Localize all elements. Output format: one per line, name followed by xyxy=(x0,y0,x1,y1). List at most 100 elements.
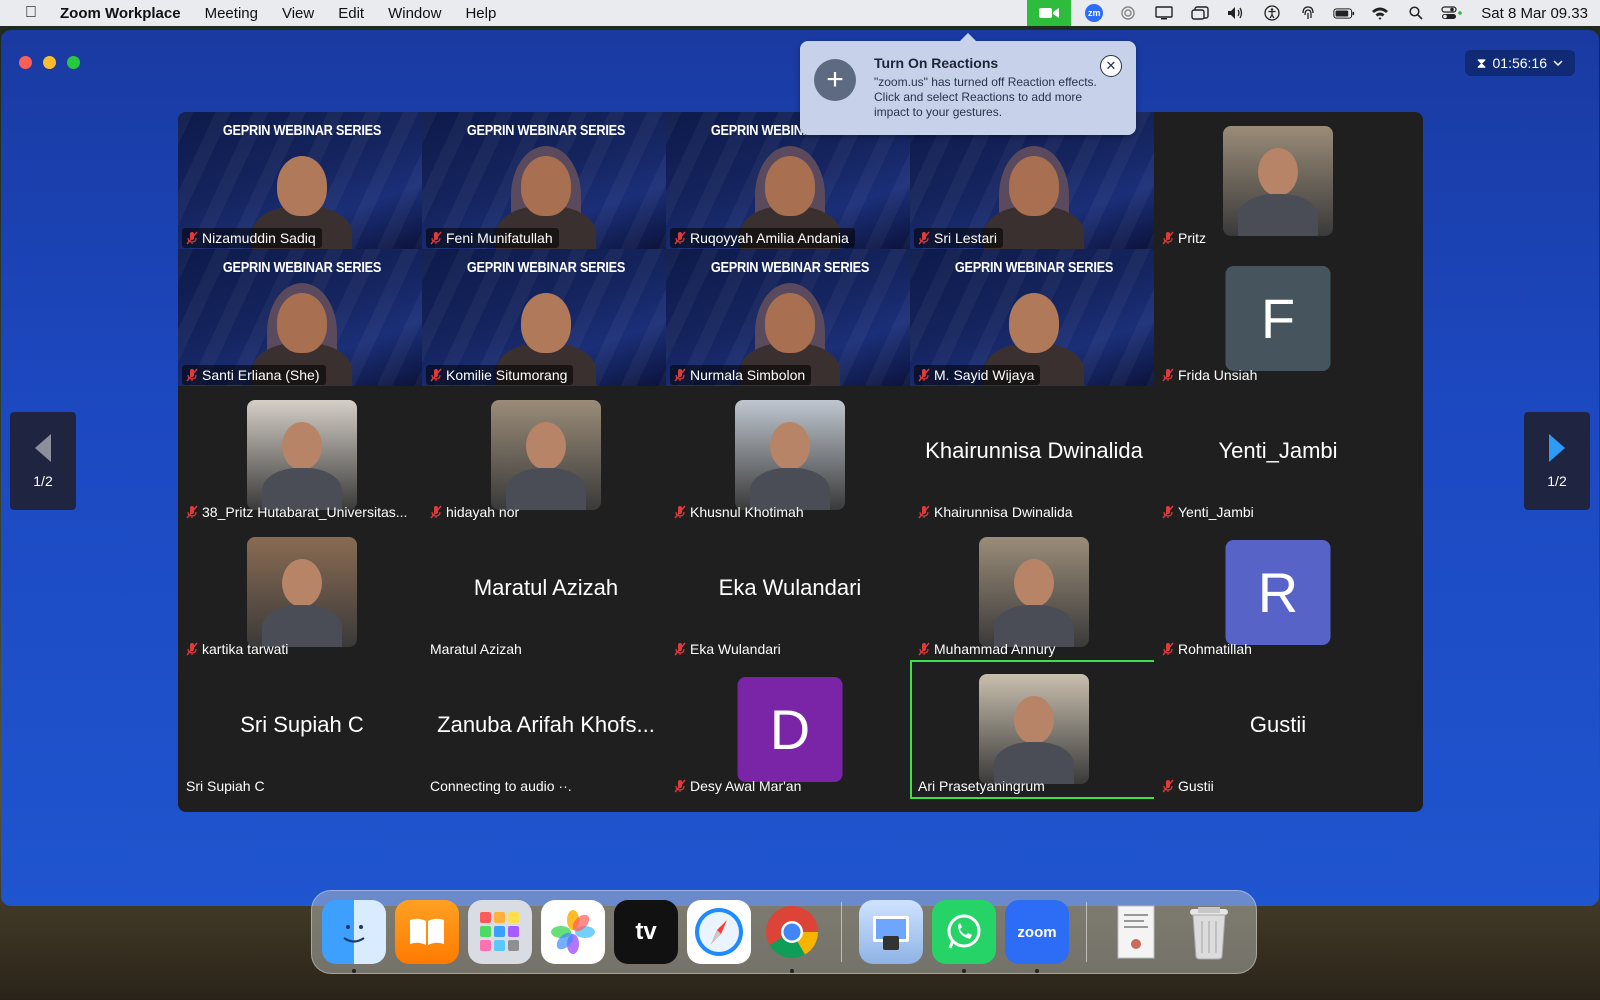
accessibility-icon[interactable] xyxy=(1261,5,1283,21)
volume-icon[interactable] xyxy=(1225,5,1247,21)
participant-name-tag: Maratul Azizah xyxy=(426,639,528,659)
menu-help[interactable]: Help xyxy=(465,5,496,22)
spotlight-search-icon[interactable] xyxy=(1405,5,1427,21)
meeting-timer[interactable]: ⧗ 01:56:16 xyxy=(1464,50,1575,76)
participant-name: Ruqoyyah Amilia Andania xyxy=(690,230,849,246)
participant-display-name: Zanuba Arifah Khofs... xyxy=(437,712,655,737)
app-name-menu[interactable]: Zoom Workplace xyxy=(60,5,181,22)
reactions-body: "zoom.us" has turned off Reaction effect… xyxy=(874,75,1097,119)
webinar-banner: GEPRIN WEBINAR SERIES xyxy=(222,122,382,139)
participant-name: Frida Unsiah xyxy=(1178,367,1258,383)
running-indicator xyxy=(790,969,794,973)
webinar-banner: GEPRIN WEBINAR SERIES xyxy=(466,122,626,139)
menu-meeting[interactable]: Meeting xyxy=(205,5,258,22)
participant-tile[interactable]: R Rohmatillah xyxy=(1154,523,1402,662)
participant-tile[interactable]: GEPRIN WEBINAR SERIES Santi Erliana (She) xyxy=(178,249,426,388)
participant-name-tag: 38_Pritz Hutabarat_Universitas... xyxy=(182,502,413,522)
participant-tile[interactable]: kartika tarwati xyxy=(178,523,426,662)
participant-tile[interactable]: Sri Supiah C Sri Supiah C xyxy=(178,660,426,799)
running-indicator xyxy=(962,969,966,973)
participant-name-tag: Desy Awal Mar'an xyxy=(670,776,807,796)
participant-name: Eka Wulandari xyxy=(690,641,781,657)
whatsapp-icon[interactable] xyxy=(932,900,996,973)
participant-tile[interactable]: Maratul Azizah Maratul Azizah xyxy=(422,523,670,662)
participant-display-name: Sri Supiah C xyxy=(240,712,364,737)
avatar-letter: F xyxy=(1225,266,1331,371)
participant-tile[interactable]: Khusnul Khotimah xyxy=(666,386,914,525)
books-icon[interactable] xyxy=(395,900,459,964)
participant-display-name: Maratul Azizah xyxy=(473,575,619,600)
menu-window[interactable]: Window xyxy=(388,5,441,22)
participant-tile[interactable]: Eka Wulandari Eka Wulandari xyxy=(666,523,914,662)
window-fullscreen-button[interactable] xyxy=(67,56,80,69)
participant-tile[interactable]: D Desy Awal Mar'an xyxy=(666,660,914,799)
battery-icon[interactable] xyxy=(1333,5,1355,21)
participant-name: Komilie Situmorang xyxy=(446,367,568,383)
participant-tile[interactable]: Gustii Gustii xyxy=(1154,660,1402,799)
window-close-button[interactable] xyxy=(19,56,32,69)
launchpad-icon[interactable] xyxy=(468,900,532,964)
participant-tile[interactable]: Pritz xyxy=(1154,112,1402,251)
apple-logo-icon[interactable]:  xyxy=(22,4,40,22)
zoom-camera-icon[interactable] xyxy=(1027,0,1072,26)
participant-name-tag: Sri Lestari xyxy=(914,228,1004,248)
airdrop-icon[interactable] xyxy=(1117,5,1139,21)
dock: tv zoom xyxy=(311,890,1257,974)
muted-mic-icon xyxy=(674,368,686,382)
next-page-button[interactable]: 1/2 xyxy=(1524,412,1590,510)
wifi-icon[interactable] xyxy=(1369,5,1391,21)
participant-display-name: Yenti_Jambi xyxy=(1218,438,1338,463)
control-center-icon[interactable] xyxy=(1441,5,1463,21)
participant-tile[interactable]: GEPRIN WEBINAR SERIES Nizamuddin Sadiq xyxy=(178,112,426,251)
muted-mic-icon xyxy=(430,231,442,245)
fingerprint-icon[interactable] xyxy=(1297,5,1319,21)
participant-tile[interactable]: F Frida Unsiah xyxy=(1154,249,1402,388)
participant-name: Connecting to audio ··. xyxy=(430,778,572,794)
participant-tile[interactable]: GEPRIN WEBINAR SERIES M. Sayid Wijaya xyxy=(910,249,1158,388)
participant-tile[interactable]: 38_Pritz Hutabarat_Universitas... xyxy=(178,386,426,525)
profile-photo xyxy=(979,537,1089,647)
participant-name: Khusnul Khotimah xyxy=(690,504,804,520)
muted-mic-icon xyxy=(1162,642,1174,656)
gallery-view-grid: GEPRIN WEBINAR SERIES Nizamuddin Sadiq GEP… xyxy=(178,112,1423,812)
finder-icon[interactable] xyxy=(322,900,386,973)
participant-name: Gustii xyxy=(1178,778,1214,794)
participant-tile[interactable]: GEPRIN WEBINAR SERIES Komilie Situmorang xyxy=(422,249,670,388)
previous-page-button[interactable]: 1/2 xyxy=(10,412,76,510)
display-icon[interactable] xyxy=(1153,5,1175,21)
participant-tile[interactable]: Zanuba Arifah Khofs... Connecting to audi… xyxy=(422,660,670,799)
menu-edit[interactable]: Edit xyxy=(338,5,364,22)
participant-tile[interactable]: Yenti_Jambi Yenti_Jambi xyxy=(1154,386,1402,525)
menubar-clock[interactable]: Sat 8 Mar 09.33 xyxy=(1481,5,1588,22)
muted-mic-icon xyxy=(1162,779,1174,793)
add-reaction-icon: + xyxy=(814,59,856,101)
participant-tile[interactable]: hidayah nor xyxy=(422,386,670,525)
running-indicator xyxy=(1035,969,1039,973)
zoom-app-icon[interactable]: zoom xyxy=(1005,900,1069,973)
window-minimize-button[interactable] xyxy=(43,56,56,69)
participant-tile[interactable]: GEPRIN WEBINAR SERIES Feni Munifatullah xyxy=(422,112,670,251)
participant-tile[interactable]: Ari Prasetyaningrum xyxy=(910,660,1158,799)
reactions-close-button[interactable]: ✕ xyxy=(1100,55,1122,77)
stage-manager-icon[interactable] xyxy=(1189,5,1211,21)
document-stack-icon[interactable] xyxy=(1104,900,1168,964)
participant-name: Nizamuddin Sadiq xyxy=(202,230,316,246)
avatar-letter: R xyxy=(1225,540,1331,645)
participant-tile[interactable]: Khairunnisa Dwinalida Khairunnisa Dwinali… xyxy=(910,386,1158,525)
chrome-icon[interactable] xyxy=(760,900,824,973)
photos-icon[interactable] xyxy=(541,900,605,964)
trash-icon[interactable] xyxy=(1177,900,1241,964)
chevron-down-icon xyxy=(1553,60,1563,67)
safari-icon[interactable] xyxy=(687,900,751,964)
participant-tile[interactable]: GEPRIN WEBINAR SERIES Nurmala Simbolon xyxy=(666,249,914,388)
preview-icon[interactable] xyxy=(859,900,923,964)
zoom-menu-icon[interactable]: zm xyxy=(1085,4,1104,22)
reactions-notification[interactable]: + Turn On Reactions "zoom.us" has turned… xyxy=(800,33,1136,135)
running-indicator xyxy=(352,969,356,973)
participant-name-tag: Sri Supiah C xyxy=(182,776,271,796)
menu-view[interactable]: View xyxy=(282,5,314,22)
apple-tv-icon[interactable]: tv xyxy=(614,900,678,964)
participant-tile[interactable]: Muhammad Annury xyxy=(910,523,1158,662)
participant-name-tag: Gustii xyxy=(1158,776,1220,796)
participant-name: Pritz xyxy=(1178,230,1206,246)
